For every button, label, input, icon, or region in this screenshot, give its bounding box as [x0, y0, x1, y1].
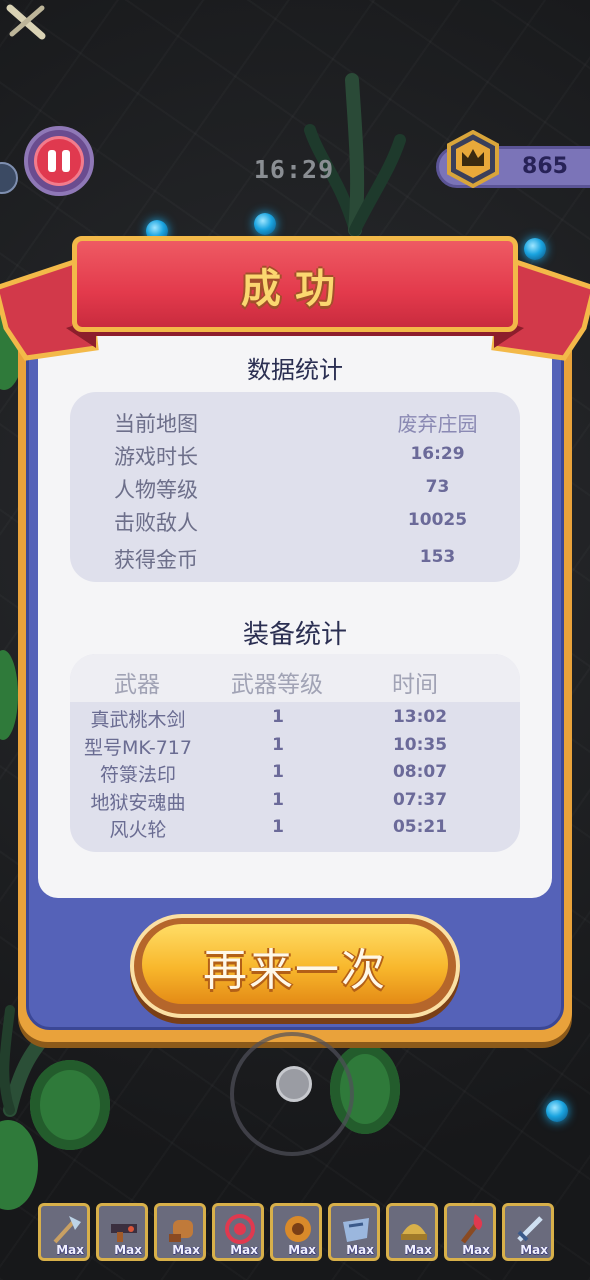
weapon-slot: Max	[386, 1203, 438, 1261]
header-weapon-level: 武器等级	[231, 672, 323, 698]
pause-icon	[34, 136, 84, 186]
exp-orb	[524, 238, 546, 260]
stat-value: 73	[425, 477, 450, 497]
stat-row-level: 人物等级 73	[70, 474, 520, 504]
equip-level: 1	[272, 707, 284, 727]
max-badge: Max	[172, 1243, 200, 1257]
enemy	[30, 1060, 110, 1150]
equip-row: 真武桃木剑 1 13:02	[70, 705, 520, 731]
equip-name: 风火轮	[109, 819, 167, 841]
joystick-knob[interactable]	[276, 1066, 312, 1102]
max-badge: Max	[114, 1243, 142, 1257]
max-badge: Max	[230, 1243, 258, 1257]
stat-row-map: 当前地图 废弃庄园	[70, 408, 520, 438]
result-title: 成功	[241, 265, 349, 312]
gun-icon	[111, 1224, 137, 1242]
stat-row-coins: 获得金币 153	[70, 544, 520, 574]
exp-orb	[546, 1100, 568, 1122]
stat-row-kills: 击败敌人 10025	[70, 507, 520, 537]
equip-row: 符箓法印 1 08:07	[70, 760, 520, 786]
pause-button[interactable]	[24, 126, 94, 196]
weapon-slot: Max	[212, 1203, 264, 1261]
stat-value: 10025	[407, 510, 468, 530]
equip-time: 08:07	[392, 762, 448, 782]
seal-icon	[225, 1214, 255, 1244]
equip-time: 10:35	[392, 735, 448, 755]
stat-value: 153	[419, 547, 456, 567]
weapon-slot: Max	[38, 1203, 90, 1261]
stat-value: 废弃庄园	[397, 412, 478, 436]
stat-value: 16:29	[410, 444, 465, 464]
weapon-slot: Max	[328, 1203, 380, 1261]
max-badge: Max	[56, 1243, 84, 1257]
stat-label: 当前地图	[114, 412, 198, 436]
bone-decoration	[6, 4, 46, 40]
max-badge: Max	[520, 1243, 548, 1257]
max-badge: Max	[404, 1243, 432, 1257]
equip-row: 地狱安魂曲 1 07:37	[70, 788, 520, 814]
fist-icon	[169, 1220, 193, 1242]
armor-icon	[343, 1218, 369, 1242]
max-badge: Max	[346, 1243, 374, 1257]
game-timer: 16:29	[253, 155, 335, 184]
equip-level: 1	[272, 790, 284, 810]
equip-time: 13:02	[392, 707, 448, 727]
sword-icon	[517, 1216, 543, 1242]
header-weapon: 武器	[114, 672, 160, 698]
coin-count: 865	[522, 154, 568, 179]
weapon-slot: Max	[270, 1203, 322, 1261]
retry-button-label[interactable]: 再来一次	[130, 934, 460, 998]
equip-name: 符箓法印	[99, 764, 176, 786]
equip-row: 型号MK-717 1 10:35	[70, 733, 520, 759]
weapon-slot: Max	[154, 1203, 206, 1261]
equip-level: 1	[272, 762, 284, 782]
max-badge: Max	[462, 1243, 490, 1257]
data-stats-title: 数据统计	[247, 356, 343, 384]
axe-icon	[53, 1216, 81, 1244]
equip-level: 1	[272, 817, 284, 837]
wheel-icon	[285, 1216, 311, 1242]
stat-label: 获得金币	[114, 548, 198, 572]
equip-time: 05:21	[392, 817, 448, 837]
weapon-slot: Max	[502, 1203, 554, 1261]
stat-label: 游戏时长	[114, 445, 198, 469]
header-time: 时间	[392, 672, 438, 698]
weapon-slot: Max	[444, 1203, 496, 1261]
equip-row: 风火轮 1 05:21	[70, 815, 520, 841]
exp-orb	[254, 213, 276, 235]
stat-label: 击败敌人	[114, 511, 198, 535]
equip-level: 1	[272, 735, 284, 755]
weapon-slot: Max	[96, 1203, 148, 1261]
equip-name: 型号MK-717	[84, 737, 192, 759]
equip-name: 真武桃木剑	[90, 709, 186, 731]
crown-coin-icon	[447, 130, 499, 188]
equip-stats-title: 装备统计	[242, 620, 347, 650]
helmet-icon	[401, 1224, 427, 1240]
equip-name: 地狱安魂曲	[90, 792, 186, 814]
equip-time: 07:37	[392, 790, 448, 810]
max-badge: Max	[288, 1243, 316, 1257]
stat-row-duration: 游戏时长 16:29	[70, 441, 520, 471]
torch-icon	[461, 1214, 483, 1244]
stat-label: 人物等级	[114, 478, 198, 502]
